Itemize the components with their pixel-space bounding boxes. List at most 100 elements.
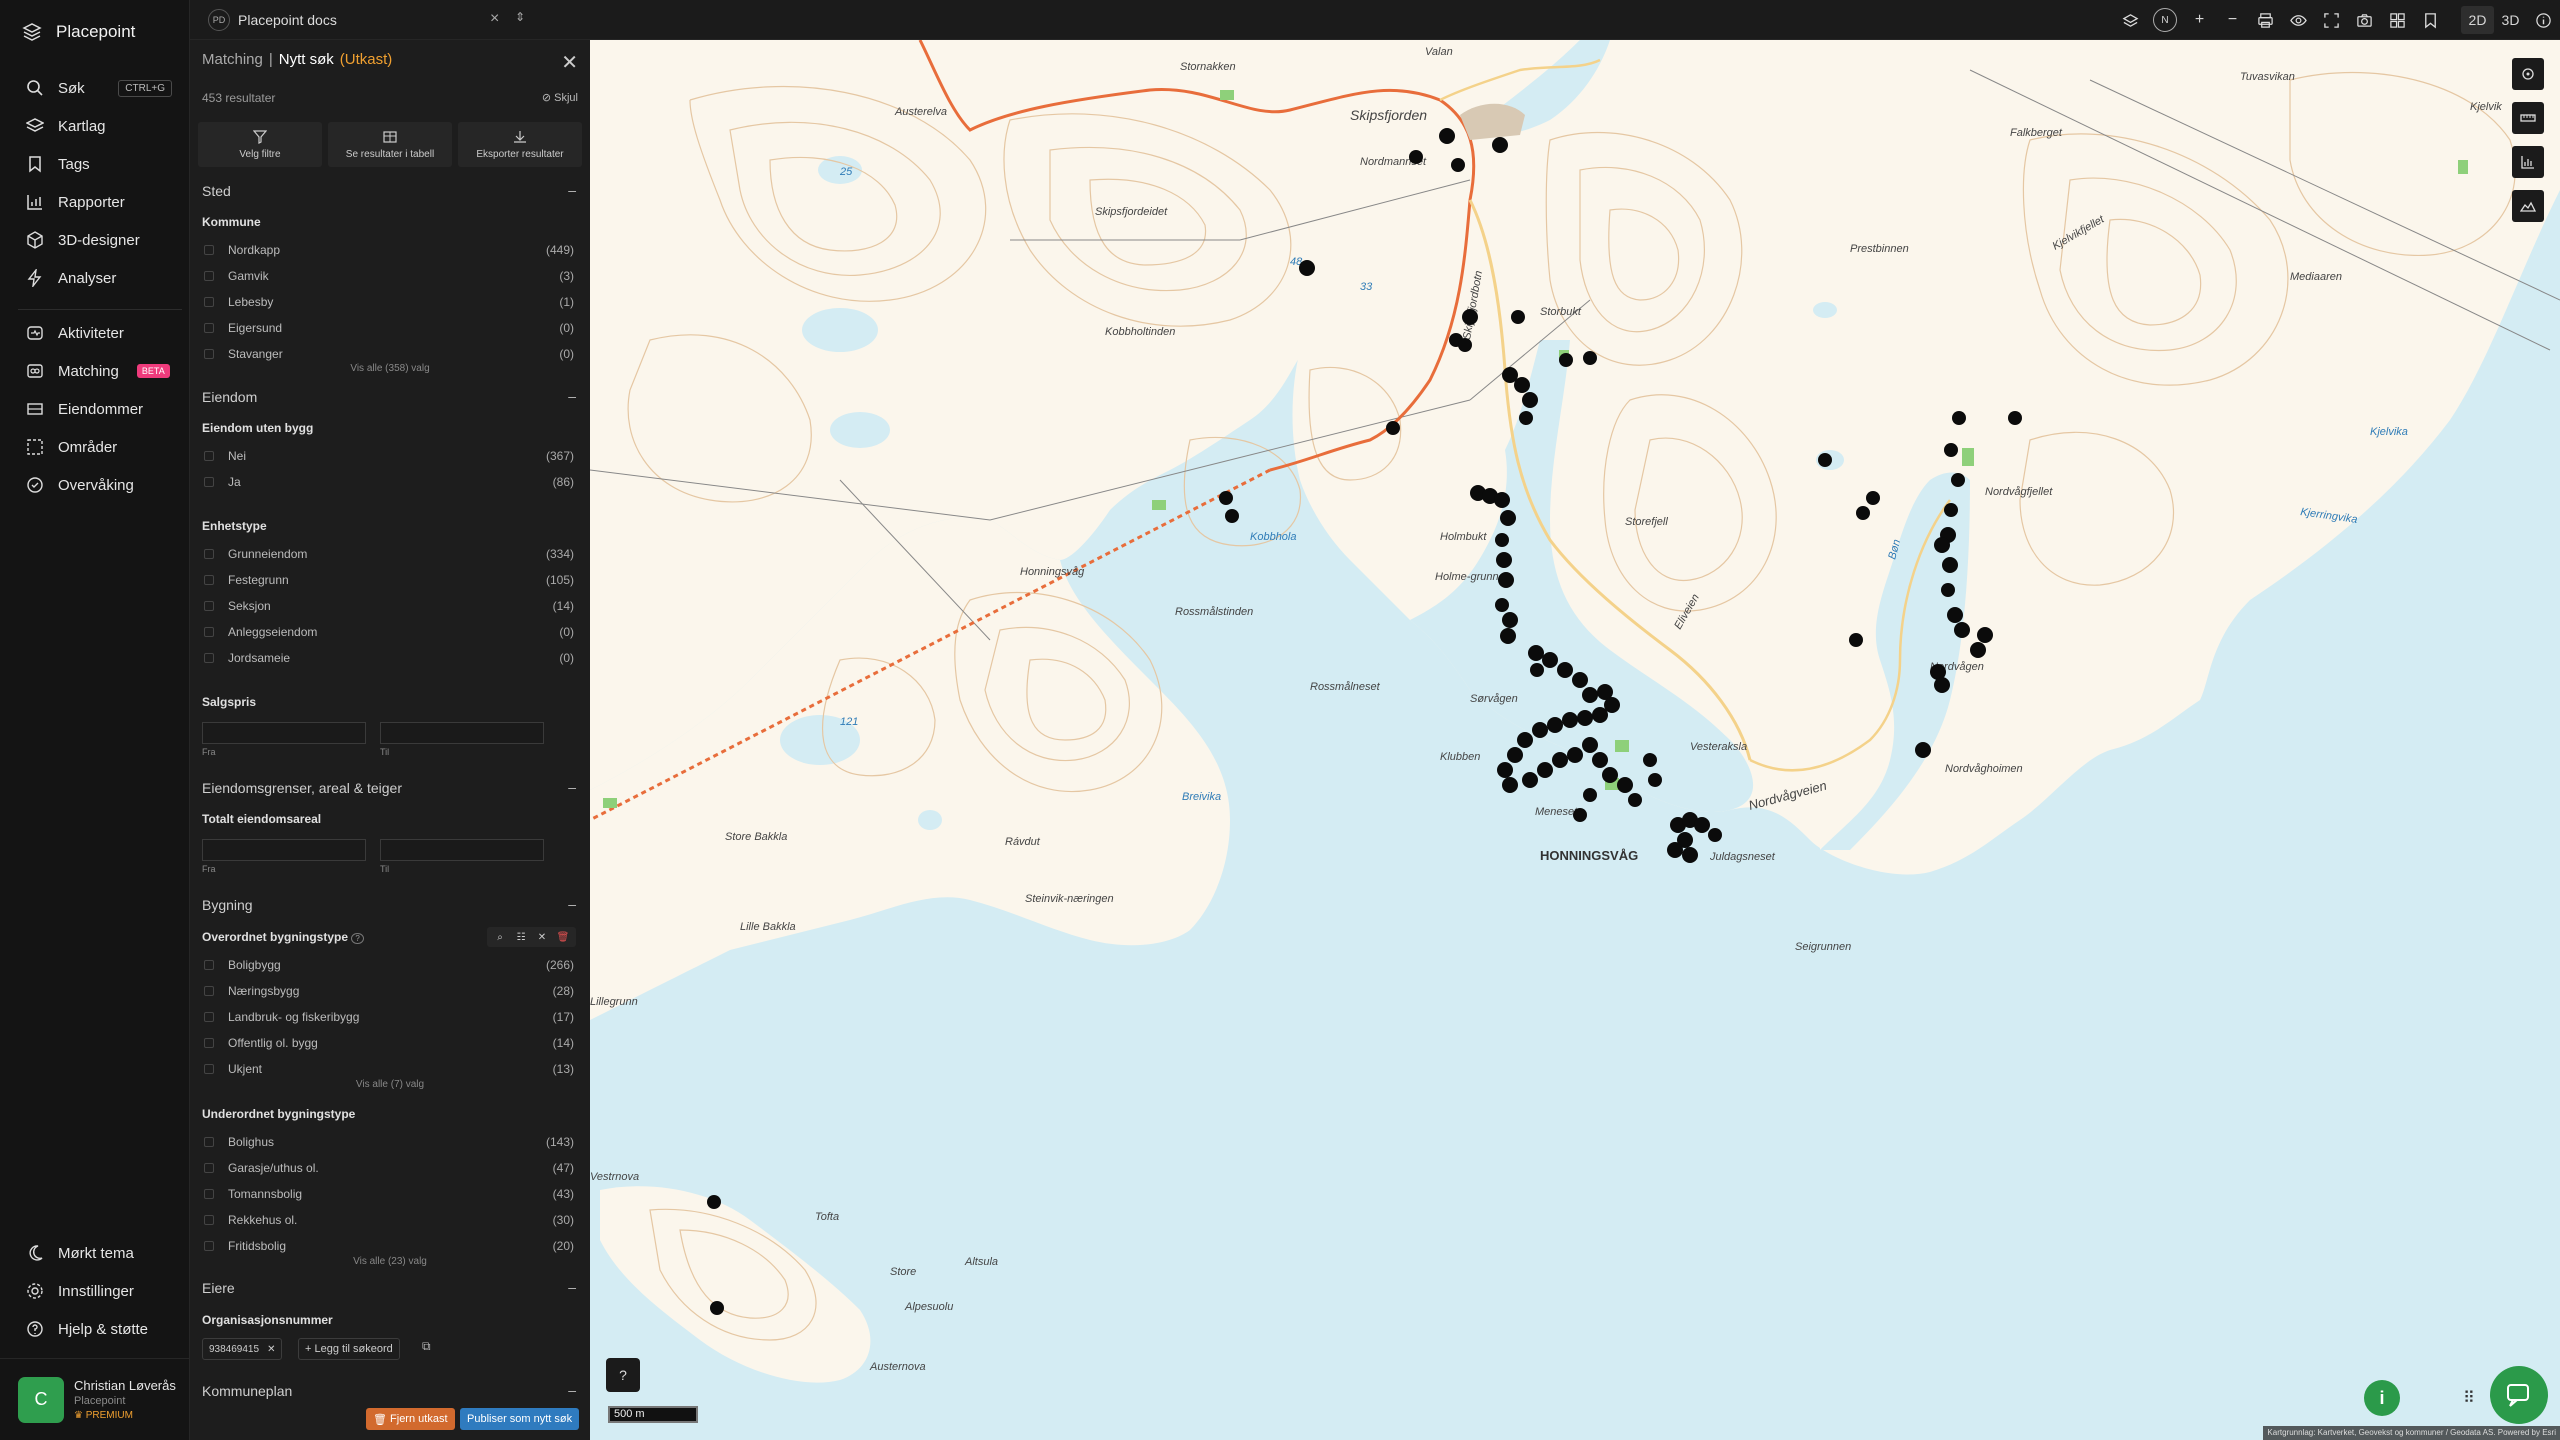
nav-item-monitoring[interactable]: Overvåking bbox=[0, 466, 190, 504]
filter-option[interactable]: Festegrunn (105) bbox=[204, 569, 574, 591]
checkbox[interactable] bbox=[204, 960, 214, 970]
filter-option[interactable]: Anleggseiendom (0) bbox=[204, 621, 574, 643]
eye-icon[interactable] bbox=[2282, 0, 2315, 40]
checkbox[interactable] bbox=[204, 1241, 214, 1251]
filter-option[interactable]: Landbruk- og fiskeribygg (17) bbox=[204, 1006, 574, 1028]
checkbox[interactable] bbox=[204, 1012, 214, 1022]
collapse-icon[interactable]: – bbox=[568, 388, 576, 404]
nav-item-areas[interactable]: Områder bbox=[0, 428, 190, 466]
filter-option[interactable]: Ja (86) bbox=[204, 471, 574, 493]
print-icon[interactable] bbox=[2249, 0, 2282, 40]
document-selector[interactable]: PD Placepoint docs bbox=[208, 9, 337, 31]
nav-item-reports[interactable]: Rapporter bbox=[0, 183, 190, 221]
nav-item-help[interactable]: Hjelp & støtte bbox=[0, 1310, 190, 1348]
filter-option[interactable]: Jordsameie (0) bbox=[204, 647, 574, 669]
nav-item-properties[interactable]: Eiendommer bbox=[0, 390, 190, 428]
filter-option[interactable]: Nei (367) bbox=[204, 445, 574, 467]
checkbox[interactable] bbox=[204, 297, 214, 307]
collapse-icon[interactable]: – bbox=[568, 896, 576, 912]
filter-option[interactable]: Ukjent (13) bbox=[204, 1058, 574, 1080]
map-tool-measure[interactable] bbox=[2512, 102, 2544, 134]
crumb-matching[interactable]: Matching bbox=[202, 51, 263, 68]
nav-item-analyses[interactable]: Analyser bbox=[0, 259, 190, 297]
checkbox[interactable] bbox=[204, 653, 214, 663]
filter-option[interactable]: Garasje/uthus ol. (47) bbox=[204, 1157, 574, 1179]
checkbox[interactable] bbox=[204, 477, 214, 487]
mode-2d-button[interactable]: 2D bbox=[2461, 6, 2494, 34]
show-all-link[interactable]: Vis alle (358) valg bbox=[190, 363, 590, 374]
search-icon[interactable]: ⌕ bbox=[491, 932, 509, 943]
search-chip[interactable]: 938469415 ✕ bbox=[202, 1338, 283, 1360]
map-help-button[interactable]: ? bbox=[606, 1358, 640, 1392]
info-button[interactable]: i bbox=[2364, 1380, 2400, 1416]
checkbox[interactable] bbox=[204, 245, 214, 255]
info-icon[interactable] bbox=[2527, 0, 2560, 40]
checkbox[interactable] bbox=[204, 575, 214, 585]
fullscreen-icon[interactable] bbox=[2315, 0, 2348, 40]
map-tool-chart[interactable] bbox=[2512, 146, 2544, 178]
checkbox[interactable] bbox=[204, 1163, 214, 1173]
close-panel-icon[interactable]: ✕ bbox=[561, 50, 578, 75]
filter-option[interactable]: Bolighus (143) bbox=[204, 1131, 574, 1153]
drag-handle-icon[interactable]: ⠿ bbox=[2463, 1388, 2475, 1408]
zoom-out-icon[interactable]: − bbox=[2216, 0, 2249, 40]
nav-item-activities[interactable]: Aktiviteter bbox=[0, 314, 190, 352]
checkbox[interactable] bbox=[204, 1064, 214, 1074]
section-title-kommuneplan[interactable]: Kommuneplan bbox=[202, 1383, 292, 1399]
price-from-input[interactable] bbox=[202, 722, 366, 744]
checkbox[interactable] bbox=[204, 601, 214, 611]
checkbox[interactable] bbox=[204, 627, 214, 637]
trash-icon[interactable]: 🗑 bbox=[554, 932, 572, 943]
section-title-sted[interactable]: Sted bbox=[202, 183, 231, 199]
remove-draft-button[interactable]: 🗑 Fjern utkast bbox=[366, 1408, 455, 1430]
checkbox[interactable] bbox=[204, 451, 214, 461]
collapse-icon[interactable]: – bbox=[568, 182, 576, 198]
filter-option[interactable]: Seksjon (14) bbox=[204, 595, 574, 617]
copy-icon[interactable]: ⧉ bbox=[422, 1339, 431, 1354]
checkbox[interactable] bbox=[204, 323, 214, 333]
nav-item-settings[interactable]: Innstillinger bbox=[0, 1272, 190, 1310]
publish-button[interactable]: Publiser som nytt søk bbox=[460, 1408, 580, 1430]
filter-option[interactable]: Grunneiendom (334) bbox=[204, 543, 574, 565]
checkbox[interactable] bbox=[204, 271, 214, 281]
clear-icon[interactable]: ✕ bbox=[533, 932, 551, 943]
zoom-in-icon[interactable]: + bbox=[2183, 0, 2216, 40]
collapse-icon[interactable]: – bbox=[568, 1382, 576, 1398]
list-icon[interactable]: ☷ bbox=[512, 932, 530, 943]
mode-3d-button[interactable]: 3D bbox=[2494, 0, 2527, 40]
map-canvas[interactable]: Stornakken Valan Skipsfjorden Austerelva… bbox=[590, 40, 2560, 1440]
close-icon[interactable]: ✕ bbox=[267, 1344, 275, 1355]
map-view[interactable]: Stornakken Valan Skipsfjorden Austerelva… bbox=[590, 40, 2560, 1440]
checkbox[interactable] bbox=[204, 1215, 214, 1225]
nav-item-matching[interactable]: Matching BETA bbox=[0, 352, 190, 390]
section-title-grenser[interactable]: Eiendomsgrenser, areal & teiger bbox=[202, 780, 402, 796]
export-button[interactable]: Eksporter resultater bbox=[458, 122, 582, 167]
help-icon[interactable]: ? bbox=[351, 933, 364, 944]
grid-icon[interactable] bbox=[2381, 0, 2414, 40]
checkbox[interactable] bbox=[204, 1189, 214, 1199]
checkbox[interactable] bbox=[204, 986, 214, 996]
map-tool-profile[interactable] bbox=[2512, 190, 2544, 222]
filter-option[interactable]: Boligbygg (266) bbox=[204, 954, 574, 976]
section-title-eiendom[interactable]: Eiendom bbox=[202, 389, 257, 405]
filter-option[interactable]: Gamvik (3) bbox=[204, 265, 574, 287]
bookmark-icon[interactable] bbox=[2414, 0, 2447, 40]
show-all-link[interactable]: Vis alle (7) valg bbox=[190, 1079, 590, 1090]
map-tool-location[interactable] bbox=[2512, 58, 2544, 90]
nav-item-dark-theme[interactable]: Mørkt tema bbox=[0, 1234, 190, 1272]
hide-button[interactable]: ⊘ Skjul bbox=[542, 91, 578, 104]
layers-stack-icon[interactable] bbox=[2114, 0, 2147, 40]
checkbox[interactable] bbox=[204, 1137, 214, 1147]
nav-item-layers[interactable]: Kartlag bbox=[0, 107, 190, 145]
checkbox[interactable] bbox=[204, 349, 214, 359]
nav-item-3d-designer[interactable]: 3D-designer bbox=[0, 221, 190, 259]
section-title-eiere[interactable]: Eiere bbox=[202, 1280, 235, 1296]
checkbox[interactable] bbox=[204, 549, 214, 559]
chat-button[interactable] bbox=[2490, 1366, 2548, 1424]
collapse-icon[interactable]: – bbox=[568, 1279, 576, 1295]
chevron-updown-icon[interactable]: ⇕ bbox=[515, 10, 525, 24]
section-title-bygning[interactable]: Bygning bbox=[202, 897, 253, 913]
filter-option[interactable]: Eigersund (0) bbox=[204, 317, 574, 339]
filter-option[interactable]: Fritidsbolig (20) bbox=[204, 1235, 574, 1257]
nav-item-search[interactable]: Søk CTRL+G bbox=[0, 69, 190, 107]
